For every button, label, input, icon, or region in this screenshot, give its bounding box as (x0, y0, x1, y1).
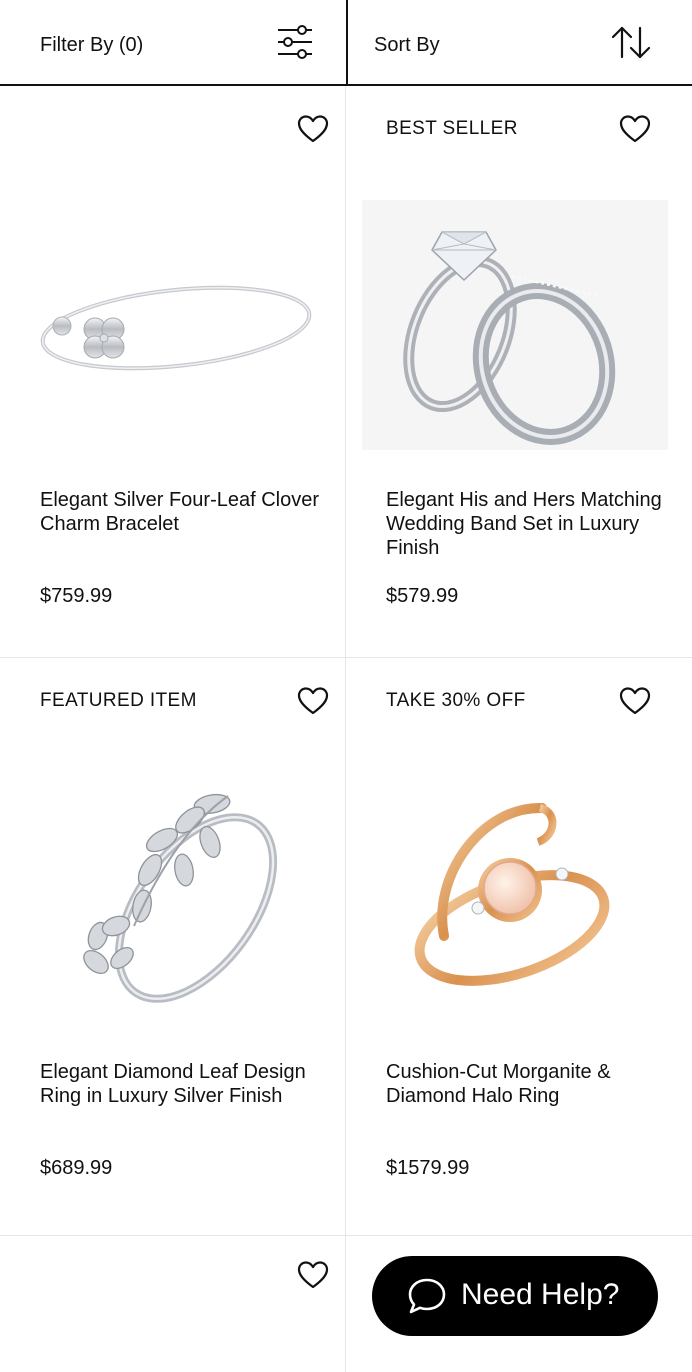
product-card-bracelet[interactable]: Elegant Silver Four-Leaf Clover Charm Br… (0, 86, 346, 658)
product-price: $689.99 (40, 1157, 113, 1179)
heart-outline-icon[interactable] (297, 686, 329, 716)
filter-button[interactable]: Filter By (0) (0, 0, 346, 84)
heart-outline-icon[interactable] (619, 114, 651, 144)
product-card-morganite-ring[interactable]: TAKE 30% OFF Cushion-Cut Morganite & Dia… (346, 658, 692, 1236)
product-price: $1579.99 (386, 1157, 470, 1179)
product-badge: TAKE 30% OFF (386, 690, 526, 711)
need-help-button[interactable]: Need Help? (372, 1256, 658, 1336)
heart-outline-icon[interactable] (297, 114, 329, 144)
product-title[interactable]: Elegant His and Hers Matching Wedding Ba… (386, 488, 666, 560)
heart-outline-icon[interactable] (297, 1260, 329, 1290)
filter-label: Filter By (0) (40, 34, 144, 56)
leaf-ring-image (83, 793, 278, 1003)
sliders-icon (278, 25, 312, 59)
product-card-leaf-ring[interactable]: FEATURED ITEM Elegant Diamond Leaf Desig… (0, 658, 346, 1236)
product-price: $759.99 (40, 585, 113, 607)
product-badge: BEST SELLER (386, 118, 518, 139)
product-card-wedding-bands[interactable]: BEST SELLER Elegant His and Hers Matchin… (346, 86, 692, 658)
product-badge: FEATURED ITEM (40, 690, 197, 711)
product-title[interactable]: Elegant Silver Four-Leaf Clover Charm Br… (40, 488, 320, 536)
need-help-label: Need Help? (461, 1278, 620, 1311)
morganite-ring-image (414, 802, 610, 986)
wedding-bands-image (362, 200, 668, 450)
bracelet-image (40, 285, 312, 371)
product-title[interactable]: Elegant Diamond Leaf Design Ring in Luxu… (40, 1060, 320, 1108)
product-title[interactable]: Cushion-Cut Morganite & Diamond Halo Rin… (386, 1060, 666, 1108)
product-card-partial[interactable] (0, 1236, 346, 1372)
toolbar: Filter By (0) Sort By (0, 0, 692, 86)
sort-button[interactable]: Sort By (346, 0, 692, 84)
chat-bubble-icon (408, 1278, 446, 1314)
heart-outline-icon[interactable] (619, 686, 651, 716)
sort-arrows-icon (611, 26, 651, 59)
sort-label: Sort By (374, 34, 440, 56)
product-price: $579.99 (386, 585, 459, 607)
